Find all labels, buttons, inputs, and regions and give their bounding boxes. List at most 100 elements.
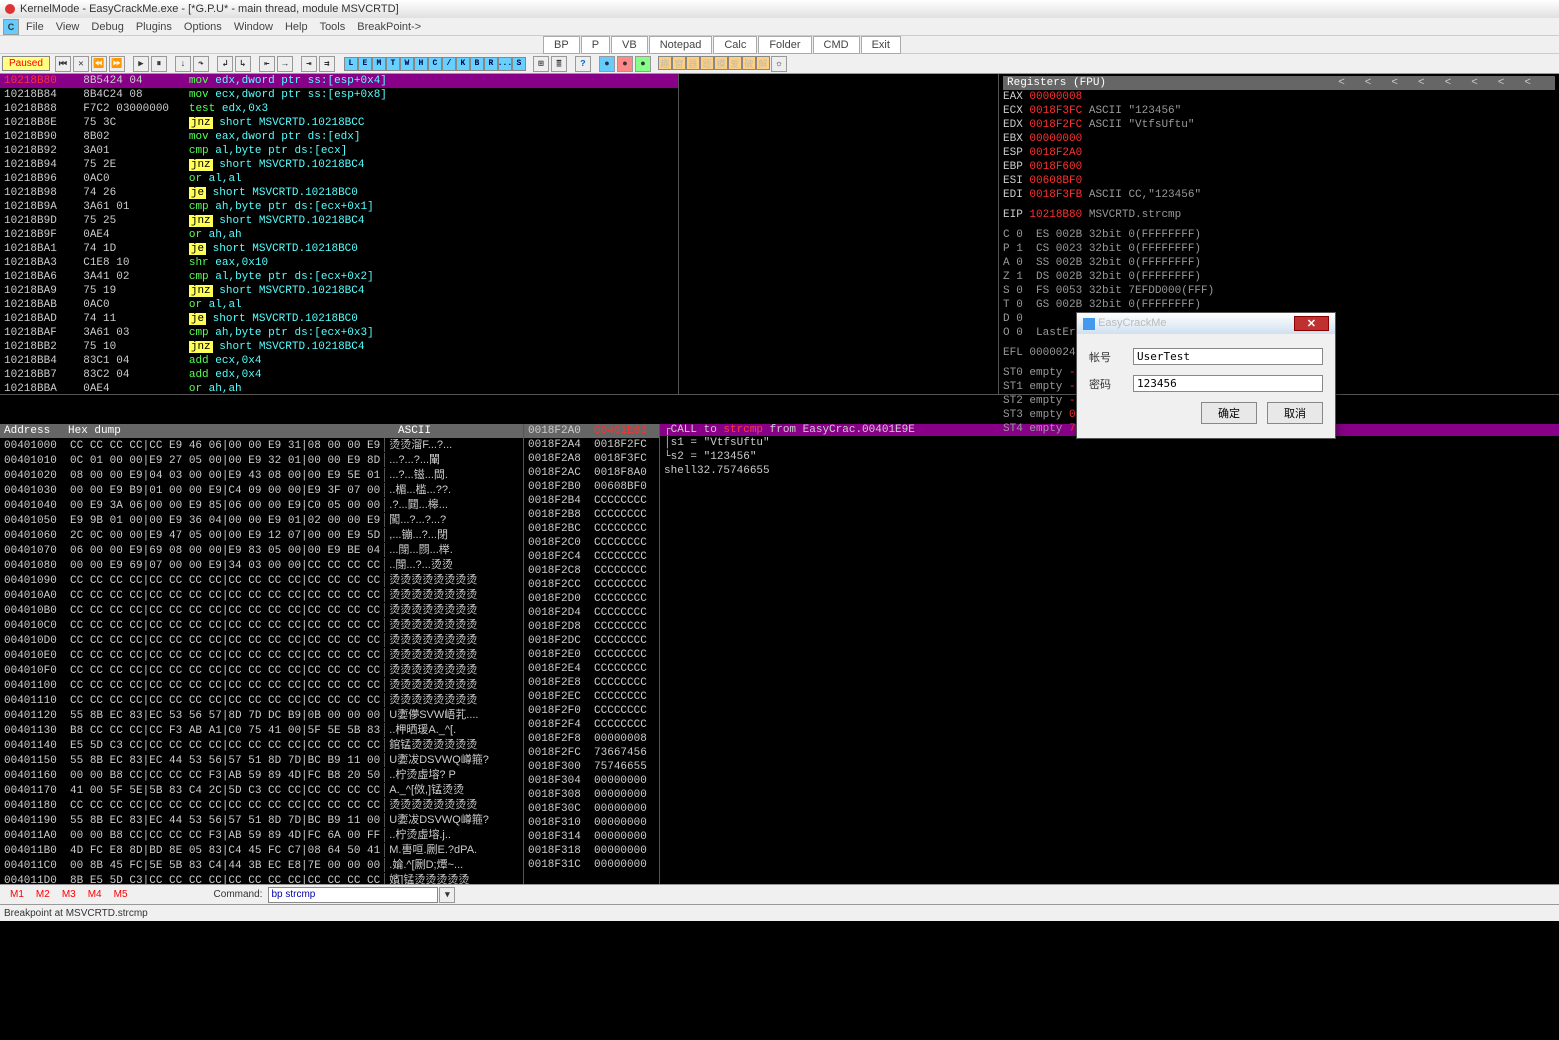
tb-stop-icon[interactable]: ✕ <box>73 56 89 72</box>
cpu-row[interactable]: 10218BAB 0AC0 or al,al <box>0 298 678 312</box>
tb-stepover-icon[interactable]: ↷ <box>193 56 209 72</box>
menu-window[interactable]: Window <box>228 19 279 35</box>
lem-l-button[interactable]: L <box>344 57 358 71</box>
cpu-row[interactable]: 10218BAD 74 11 je short MSVCRTD.10218BC0 <box>0 312 678 326</box>
dump-row[interactable]: 004010C0 CC CC CC CC|CC CC CC CC|CC CC C… <box>4 618 519 633</box>
stack-row[interactable]: 0018F2AC 0018F8A0 <box>524 466 659 480</box>
lem-m-button[interactable]: M <box>372 57 386 71</box>
lem-b-button[interactable]: B <box>470 57 484 71</box>
menu-file[interactable]: File <box>20 19 50 35</box>
dump-row[interactable]: 004010F0 CC CC CC CC|CC CC CC CC|CC CC C… <box>4 663 519 678</box>
tab-vb[interactable]: VB <box>611 36 648 54</box>
menu-options[interactable]: Options <box>178 19 228 35</box>
menu-tools[interactable]: Tools <box>314 19 352 35</box>
tb-ret-icon[interactable]: ⇤ <box>259 56 275 72</box>
cpu-row[interactable]: 10218B98 74 26 je short MSVCRTD.10218BC0 <box>0 186 678 200</box>
reg-eax[interactable]: EAX 00000008 <box>1003 90 1555 104</box>
stack-row[interactable]: 0018F2C4 CCCCCCCC <box>524 550 659 564</box>
call-info-pane[interactable]: ┌CALL to strcmp from EasyCrac.00401E9E │… <box>660 424 1559 884</box>
stack-row[interactable]: 0018F31C 00000000 <box>524 858 659 872</box>
cpu-row[interactable]: 10218B84 8B4C24 08 mov ecx,dword ptr ss:… <box>0 88 678 102</box>
dump-row[interactable]: 00401080 00 00 E9 69|07 00 00 E9|34 03 0… <box>4 558 519 573</box>
stack-row[interactable]: 0018F2E0 CCCCCCCC <box>524 648 659 662</box>
tb-cn1-icon[interactable]: ● <box>599 56 615 72</box>
reg-edx[interactable]: EDX 0018F2FC ASCII "VtfsUftu" <box>1003 118 1555 132</box>
stack-row[interactable]: 0018F310 00000000 <box>524 816 659 830</box>
cn-button[interactable]: 破 <box>742 56 756 70</box>
dump-row[interactable]: 00401090 CC CC CC CC|CC CC CC CC|CC CC C… <box>4 573 519 588</box>
stack-row[interactable]: 0018F318 00000000 <box>524 844 659 858</box>
stack-row[interactable]: 0018F2F4 CCCCCCCC <box>524 718 659 732</box>
stack-row[interactable]: 0018F314 00000000 <box>524 830 659 844</box>
cn-button[interactable]: 解 <box>756 56 770 70</box>
stack-row[interactable]: 0018F2CC CCCCCCCC <box>524 578 659 592</box>
mark-m3[interactable]: M3 <box>56 889 82 900</box>
cpu-row[interactable]: 10218B80 8B5424 04 mov edx,dword ptr ss:… <box>0 74 678 88</box>
menu-c-button[interactable]: C <box>3 19 19 35</box>
mark-m2[interactable]: M2 <box>30 889 56 900</box>
lem-...-button[interactable]: ... <box>498 57 512 71</box>
mark-m4[interactable]: M4 <box>82 889 108 900</box>
lem-s-button[interactable]: S <box>512 57 526 71</box>
tb-goto-icon[interactable]: → <box>277 56 293 72</box>
stack-row[interactable]: 0018F2C8 CCCCCCCC <box>524 564 659 578</box>
stack-row[interactable]: 0018F2D8 CCCCCCCC <box>524 620 659 634</box>
cpu-row[interactable]: 10218B8E 75 3C jnz short MSVCRTD.10218BC… <box>0 116 678 130</box>
tb-stepinto-icon[interactable]: ↓ <box>175 56 191 72</box>
regs-scroll-arrows[interactable]: <<<<<<<< <box>1338 77 1551 89</box>
cn-button[interactable]: 窗 <box>672 56 686 70</box>
dump-row[interactable]: 00401150 55 8B EC 83|EC 44 53 56|57 51 8… <box>4 753 519 768</box>
cn-button[interactable]: 器 <box>686 56 700 70</box>
stack-row[interactable]: 0018F2E4 CCCCCCCC <box>524 662 659 676</box>
tb-until-icon[interactable]: ⇥ <box>301 56 317 72</box>
lem-e-button[interactable]: E <box>358 57 372 71</box>
tab-cmd[interactable]: CMD <box>813 36 860 54</box>
dump-row[interactable]: 00401110 CC CC CC CC|CC CC CC CC|CC CC C… <box>4 693 519 708</box>
cpu-row[interactable]: 10218B9D 75 25 jnz short MSVCRTD.10218BC… <box>0 214 678 228</box>
lem-t-button[interactable]: T <box>386 57 400 71</box>
stack-row[interactable]: 0018F2BC CCCCCCCC <box>524 522 659 536</box>
dump-row[interactable]: 00401000 CC CC CC CC|CC E9 46 06|00 00 E… <box>4 438 519 453</box>
cpu-row[interactable]: 10218B96 0AC0 or al,al <box>0 172 678 186</box>
reg-edi[interactable]: EDI 0018F3FB ASCII CC,"123456" <box>1003 188 1555 202</box>
dump-row[interactable]: 00401030 00 00 E9 B9|01 00 00 E9|C4 09 0… <box>4 483 519 498</box>
tb-list-icon[interactable]: ≣ <box>551 56 567 72</box>
dump-row[interactable]: 00401050 E9 9B 01 00|00 E9 36 04|00 00 E… <box>4 513 519 528</box>
dump-row[interactable]: 004011C0 00 8B 45 FC|5E 5B 83 C4|44 3B E… <box>4 858 519 873</box>
cpu-row[interactable]: 10218BB2 75 10 jnz short MSVCRTD.10218BC… <box>0 340 678 354</box>
cpu-row[interactable]: 10218BB4 83C1 04 add ecx,0x4 <box>0 354 678 368</box>
dump-row[interactable]: 004010A0 CC CC CC CC|CC CC CC CC|CC CC C… <box>4 588 519 603</box>
cpu-row[interactable]: 10218B94 75 2E jnz short MSVCRTD.10218BC… <box>0 158 678 172</box>
tb-extra-icon[interactable]: ☼ <box>771 56 787 72</box>
cpu-row[interactable]: 10218BA3 C1E8 10 shr eax,0x10 <box>0 256 678 270</box>
stack-row[interactable]: 0018F308 00000000 <box>524 788 659 802</box>
stack-row[interactable]: 0018F2C0 CCCCCCCC <box>524 536 659 550</box>
dump-row[interactable]: 00401040 00 E9 3A 06|00 00 E9 85|06 00 0… <box>4 498 519 513</box>
stack-row[interactable]: 0018F2B4 CCCCCCCC <box>524 494 659 508</box>
cpu-row[interactable]: 10218BBA 0AE4 or ah,ah <box>0 382 678 394</box>
tab-notepad[interactable]: Notepad <box>649 36 713 54</box>
stack-row[interactable]: 0018F30C 00000000 <box>524 802 659 816</box>
cpu-row[interactable]: 10218B9F 0AE4 or ah,ah <box>0 228 678 242</box>
dump-row[interactable]: 00401170 41 00 5F 5E|5B 83 C4 2C|5D C3 C… <box>4 783 519 798</box>
reg-ecx[interactable]: ECX 0018F3FC ASCII "123456" <box>1003 104 1555 118</box>
cpu-row[interactable]: 10218B92 3A01 cmp al,byte ptr ds:[ecx] <box>0 144 678 158</box>
cpu-row[interactable]: 10218BA6 3A41 02 cmp al,byte ptr ds:[ecx… <box>0 270 678 284</box>
dump-row[interactable]: 00401140 E5 5D C3 CC|CC CC CC CC|CC CC C… <box>4 738 519 753</box>
cpu-row[interactable]: 10218BAF 3A61 03 cmp ah,byte ptr ds:[ecx… <box>0 326 678 340</box>
cpu-row[interactable]: 10218BA9 75 19 jnz short MSVCRTD.10218BC… <box>0 284 678 298</box>
dump-row[interactable]: 004011D0 8B E5 5D C3|CC CC CC CC|CC CC C… <box>4 873 519 884</box>
cn-button[interactable]: 题 <box>700 56 714 70</box>
cn-button[interactable]: 趣 <box>658 56 672 70</box>
stack-row[interactable]: 0018F304 00000000 <box>524 774 659 788</box>
cpu-row[interactable]: 10218B88 F7C2 03000000 test edx,0x3 <box>0 102 678 116</box>
mark-m5[interactable]: M5 <box>108 889 134 900</box>
cpu-pane[interactable]: 10218B80 8B5424 04 mov edx,dword ptr ss:… <box>0 74 679 394</box>
lem-/-button[interactable]: / <box>442 57 456 71</box>
tab-p[interactable]: P <box>581 36 610 54</box>
stack-row[interactable]: 0018F2A4 0018F2FC <box>524 438 659 452</box>
stack-row[interactable]: 0018F2D0 CCCCCCCC <box>524 592 659 606</box>
lem-h-button[interactable]: H <box>414 57 428 71</box>
stack-row[interactable]: 0018F2EC CCCCCCCC <box>524 690 659 704</box>
command-input[interactable] <box>268 887 438 903</box>
